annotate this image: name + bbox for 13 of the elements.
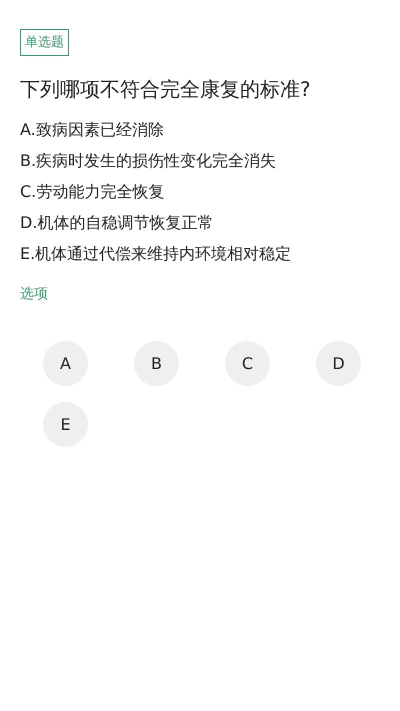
option-button[interactable]: D (316, 341, 361, 386)
choice-text: C.劳动能力完全恢复 (20, 182, 166, 202)
choice-text: A.致病因素已经消除 (20, 120, 165, 140)
choice-text: E.机体通过代偿来维持内环境相对稳定 (20, 244, 292, 264)
option-button[interactable]: A (43, 341, 88, 386)
option-button[interactable]: E (43, 402, 88, 447)
question-type-tag: 单选题 (20, 29, 69, 56)
choice-text: D.机体的自稳调节恢复正常 (20, 213, 214, 233)
question-text: 下列哪项不符合完全康复的标准? (20, 76, 312, 102)
options-label: 选项 (20, 285, 49, 303)
choice-text: B.疾病时发生的损伤性变化完全消失 (20, 151, 278, 171)
option-button[interactable]: B (134, 341, 179, 386)
option-button[interactable]: C (225, 341, 270, 386)
